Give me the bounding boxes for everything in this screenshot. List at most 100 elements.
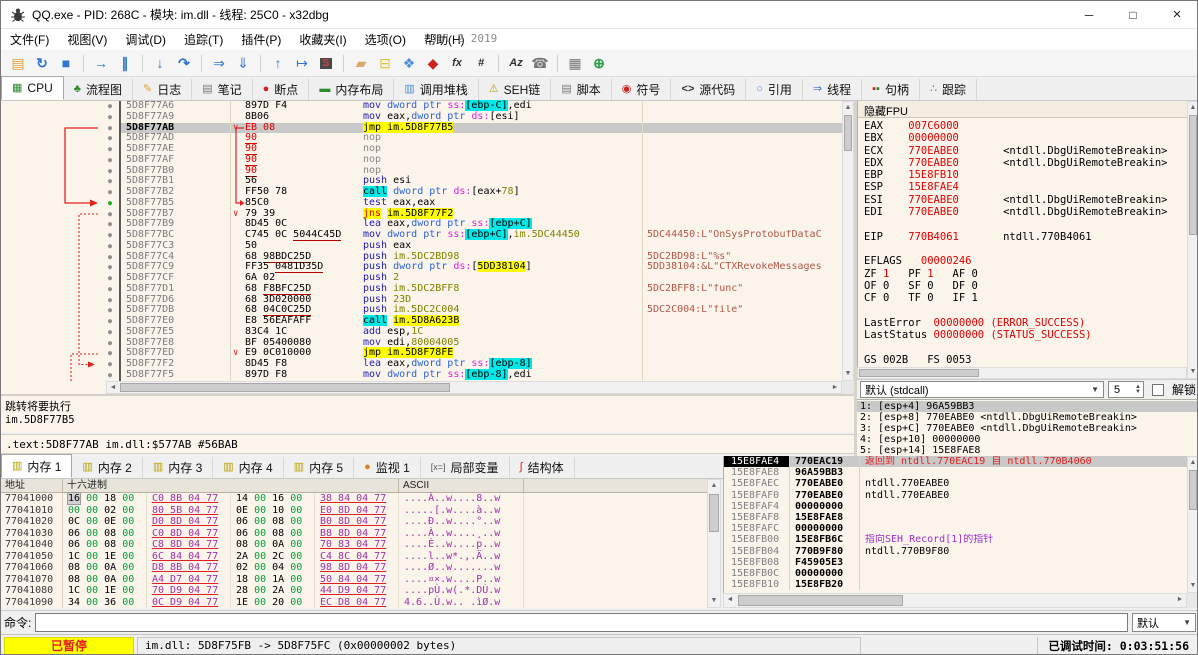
registers-vscrollbar[interactable]: ▲ ▼ — [1187, 101, 1197, 379]
hide-fpu-button[interactable]: 隐藏FPU — [858, 101, 1187, 118]
function-icon[interactable]: fx — [445, 52, 469, 74]
breakpoint-dot[interactable]: ● — [101, 295, 119, 306]
disasm-row[interactable]: ● 5D8F77CF 6A 02 push 2 — [101, 272, 842, 284]
tab-references[interactable]: ○ 引用 — [746, 79, 803, 100]
step-over-icon[interactable]: ↷ — [172, 52, 196, 74]
breakpoint-dot[interactable]: ● — [101, 252, 119, 263]
breakpoint-dot[interactable]: ● — [101, 348, 119, 359]
register-row[interactable]: LastStatus 00000000 (STATUS_SUCCESS) — [864, 329, 1187, 341]
font-icon[interactable]: Az — [504, 52, 528, 74]
register-row[interactable]: EAX 007C6000 — [864, 120, 1187, 132]
source-icon[interactable]: S — [314, 52, 338, 74]
stack-row[interactable]: 15E8FB0C 00000000 — [724, 567, 1187, 580]
stack-vscrollbar[interactable]: ▲ ▼ — [1187, 456, 1197, 593]
dump-row[interactable]: 77041090 34 00 36 00 0C D9 04 77 1E 00 2… — [1, 596, 707, 608]
breakpoint-dot[interactable]: ● — [101, 262, 119, 273]
breakpoint-dot[interactable]: ● — [101, 219, 119, 230]
disasm-row[interactable]: ● 5D8F77AD 90 nop — [101, 132, 842, 145]
separator[interactable] — [142, 54, 143, 72]
column-header-ascii[interactable]: ASCII — [399, 479, 524, 492]
breakpoint-dot[interactable]: ● — [101, 359, 119, 370]
stack-hscrollbar[interactable]: ◄ ► — [723, 593, 1187, 608]
tab-breakpoints[interactable]: ● 断点 — [253, 79, 310, 100]
tab-dump-5[interactable]: ▥ 内存 5 — [284, 457, 355, 478]
dump-row[interactable]: 77041060 08 00 0A 00 D8 8B 04 77 02 00 0… — [1, 562, 707, 574]
breakpoint-dot[interactable]: ● — [101, 112, 119, 123]
register-row[interactable] — [864, 341, 1187, 353]
dump-row[interactable]: 77041050 1C 00 1E 00 6C 84 04 77 2A 00 2… — [1, 550, 707, 562]
stack-row[interactable]: 15E8FAE8 96A59BB3 — [724, 467, 1187, 479]
comment-icon[interactable]: ⊟ — [373, 52, 397, 74]
calculator-icon[interactable]: ▦ — [563, 52, 587, 74]
restart-icon[interactable]: ↻ — [30, 52, 54, 74]
registers-hscrollbar[interactable] — [857, 367, 1187, 379]
disasm-row[interactable]: ● 5D8F77B2 FF50 78 call dword ptr ds:[ea… — [101, 186, 842, 198]
hash-icon[interactable]: # — [469, 52, 493, 74]
breakpoint-dot[interactable]: ● — [101, 176, 119, 187]
menu-options[interactable]: 选项(O) — [356, 29, 415, 50]
breakpoint-dot[interactable]: ● — [101, 144, 119, 155]
scroll-up-arrow[interactable]: ▲ — [1188, 457, 1197, 469]
scroll-up-arrow[interactable]: ▲ — [843, 102, 853, 114]
argument-row[interactable]: 5: [esp+14] 15E8FAE8 — [857, 445, 1197, 456]
breakpoint-dot[interactable]: ● — [101, 123, 119, 134]
scroll-down-arrow[interactable]: ▼ — [1188, 580, 1197, 592]
tab-threads[interactable]: ⇒ 线程 — [803, 79, 863, 100]
disasm-row[interactable]: ● 5D8F77B5 85C0 test eax,eax — [101, 197, 842, 209]
scroll-down-arrow[interactable]: ▼ — [708, 595, 720, 607]
breakpoint-dot[interactable]: ● — [101, 273, 119, 284]
breakpoint-dot[interactable]: ● — [101, 327, 119, 338]
column-header-hex[interactable]: 十六进制 — [63, 479, 399, 492]
stop-icon[interactable]: ■ — [54, 52, 78, 74]
register-row[interactable]: EFLAGS 00000246 — [864, 255, 1187, 267]
globe-icon[interactable]: ⊕ — [587, 52, 611, 74]
tab-call-stack[interactable]: ▥ 调用堆栈 — [394, 79, 479, 100]
breakpoint-dot[interactable]: ● — [101, 230, 119, 241]
scroll-down-arrow[interactable]: ▼ — [843, 368, 853, 380]
tab-cpu[interactable]: ▦ CPU — [1, 76, 64, 100]
stack-row[interactable]: 15E8FAFC 00000000 — [724, 523, 1187, 535]
step-into-icon[interactable]: ↓ — [148, 52, 172, 74]
stack-row[interactable]: 15E8FAF4 00000000 — [724, 500, 1187, 512]
scroll-right-arrow[interactable]: ► — [829, 382, 841, 393]
argument-row[interactable]: 3: [esp+C] 770EABE0 <ntdll.DbgUiRemoteBr… — [857, 423, 1197, 434]
breakpoint-dot[interactable]: ● — [101, 316, 119, 327]
argument-row[interactable]: 2: [esp+8] 770EABE0 <ntdll.DbgUiRemoteBr… — [857, 412, 1197, 423]
stack-row[interactable]: 15E8FAF0 770EABE0 ntdll.770EABE0 — [724, 489, 1187, 501]
patch-icon[interactable]: ▰ — [349, 52, 373, 74]
tab-notes[interactable]: ▤ 笔记 — [192, 79, 253, 100]
unlock-checkbox[interactable] — [1151, 383, 1164, 396]
separator[interactable] — [260, 54, 261, 72]
breakpoint-dot[interactable]: ● — [101, 166, 119, 177]
stack-row[interactable]: 15E8FAEC 770EABE0 ntdll.770EABE0 — [724, 478, 1187, 490]
stack-row[interactable]: 15E8FB08 F45905E3 — [724, 556, 1187, 568]
separator[interactable] — [83, 54, 84, 72]
stack-row[interactable]: 15E8FB00 15E8FB6C 指向SEH_Record[1]的指针 — [724, 534, 1187, 546]
register-row[interactable] — [864, 304, 1187, 316]
breakpoint-dot[interactable]: ● — [101, 241, 119, 252]
tab-script[interactable]: ▤ 脚本 — [551, 79, 612, 100]
disasm-row[interactable]: ● 5D8F77BC C745 0C 5044C45D mov dword pt… — [101, 229, 842, 241]
register-row[interactable] — [864, 218, 1187, 230]
send-icon[interactable]: ☎ — [528, 52, 552, 74]
disasm-row[interactable]: ● 5D8F77E0 E8 56EAFAFF call im.5D8A623B — [101, 315, 842, 327]
tab-log[interactable]: ✎ 日志 — [133, 79, 193, 100]
tab-struct[interactable]: ∫ 结构体 — [510, 457, 575, 478]
register-row[interactable]: ESI 770EABE0 <ntdll.DbgUiRemoteBreakin> — [864, 194, 1187, 206]
breakpoint-dot[interactable]: ● — [101, 338, 119, 349]
tab-dump-4[interactable]: ▥ 内存 4 — [213, 457, 284, 478]
execute-till-return-icon[interactable]: ↑ — [266, 52, 290, 74]
disasm-row[interactable]: ● 5D8F77AF 90 nop — [101, 153, 842, 166]
column-header-address[interactable]: 地址 — [1, 479, 63, 492]
close-button[interactable]: × — [1155, 1, 1197, 29]
tab-graph[interactable]: ♣ 流程图 — [64, 79, 133, 100]
maximize-button[interactable]: □ — [1111, 1, 1155, 29]
register-row[interactable]: EBP 15E8FB10 — [864, 169, 1187, 181]
run-to-user-code-icon[interactable]: ⇒ — [207, 52, 231, 74]
dump-row[interactable]: 77041030 06 00 08 00 C0 8D 04 77 06 00 0… — [1, 527, 707, 539]
register-row[interactable]: ZF 1 PF 1 AF 0 — [864, 268, 1187, 280]
disasm-hscrollbar[interactable]: ◄ ► — [106, 381, 842, 394]
disasm-row[interactable]: ● 5D8F77E5 83C4 1C add esp,1C — [101, 326, 842, 338]
command-input[interactable] — [35, 613, 1128, 632]
minimize-button[interactable]: ─ — [1067, 1, 1111, 29]
